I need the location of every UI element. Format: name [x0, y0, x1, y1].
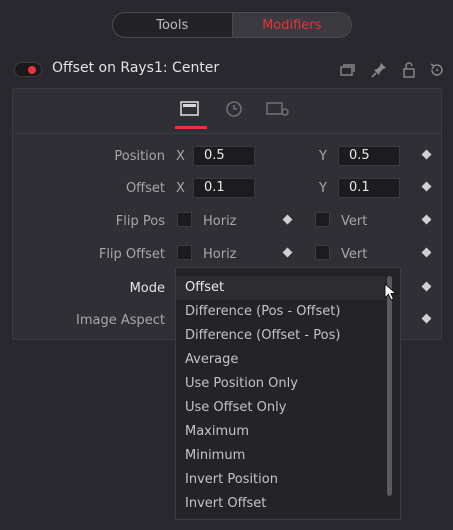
dropdown-option-difference-pos-offset[interactable]: Difference (Pos - Offset) — [176, 300, 386, 324]
reset-icon[interactable] — [428, 61, 446, 79]
flip-offset-vert-checkbox[interactable] — [315, 245, 330, 260]
clock-icon[interactable] — [223, 99, 245, 119]
position-x-input[interactable]: 0.5 — [193, 146, 255, 166]
enable-toggle[interactable] — [14, 62, 42, 77]
inspector-tabs: Tools Modifiers — [112, 12, 352, 38]
pin-icon[interactable] — [370, 61, 388, 79]
tab-modifiers[interactable]: Modifiers — [231, 13, 351, 37]
flip-pos-horiz-checkbox[interactable] — [177, 212, 192, 227]
controls-icon[interactable] — [179, 99, 201, 119]
dropdown-option-minimum[interactable]: Minimum — [176, 444, 386, 468]
mouse-cursor-icon — [383, 282, 399, 303]
flip-offset-horiz-label: Horiz — [203, 247, 237, 262]
image-aspect-label: Image Aspect — [75, 313, 165, 328]
flip-offset-horiz-keyframe-icon[interactable] — [282, 247, 293, 258]
position-label: Position — [114, 149, 165, 164]
position-x-axis: X — [176, 149, 185, 164]
offset-y-axis: Y — [319, 181, 327, 196]
position-keyframe-icon[interactable] — [421, 149, 432, 160]
mode-dropdown-list[interactable]: Offset Difference (Pos - Offset) Differe… — [175, 267, 401, 520]
flip-pos-horiz-label: Horiz — [203, 214, 237, 229]
tab-tools[interactable]: Tools — [113, 13, 232, 37]
dropdown-option-difference-offset-pos[interactable]: Difference (Offset - Pos) — [176, 324, 386, 348]
flip-pos-row: Flip Pos Horiz Vert — [0, 211, 432, 235]
position-y-input[interactable]: 0.5 — [338, 146, 400, 166]
dropdown-option-use-position-only[interactable]: Use Position Only — [176, 372, 386, 396]
dropdown-scrollbar[interactable] — [387, 276, 392, 496]
modifier-title: Offset on Rays1: Center — [52, 60, 220, 76]
panel-tabs — [13, 89, 443, 131]
offset-keyframe-icon[interactable] — [421, 181, 432, 192]
flip-offset-row: Flip Offset Horiz Vert — [0, 244, 432, 268]
offset-y-input[interactable]: 0.1 — [338, 178, 400, 198]
flip-pos-vert-label: Vert — [341, 214, 368, 229]
mode-label: Mode — [129, 281, 165, 296]
offset-label: Offset — [125, 181, 165, 196]
lock-icon[interactable] — [400, 61, 418, 79]
flip-pos-vert-keyframe-icon[interactable] — [421, 214, 432, 225]
offset-x-input[interactable]: 0.1 — [193, 178, 255, 198]
flip-pos-horiz-keyframe-icon[interactable] — [282, 214, 293, 225]
offset-row: Offset X 0.1 Y 0.1 — [0, 178, 432, 202]
dropdown-option-average[interactable]: Average — [176, 348, 386, 372]
modifier-header: Offset on Rays1: Center — [0, 54, 453, 86]
mode-keyframe-icon[interactable] — [421, 281, 432, 292]
flip-pos-label: Flip Pos — [115, 214, 165, 229]
settings-icon[interactable] — [265, 99, 289, 119]
active-tab-indicator — [175, 126, 207, 129]
dropdown-option-invert-position[interactable]: Invert Position — [176, 468, 386, 492]
image-aspect-keyframe-icon[interactable] — [421, 313, 432, 324]
dropdown-option-offset[interactable]: Offset — [176, 276, 386, 300]
dropdown-option-use-offset-only[interactable]: Use Offset Only — [176, 396, 386, 420]
position-y-axis: Y — [319, 149, 327, 164]
flip-offset-vert-keyframe-icon[interactable] — [421, 247, 432, 258]
flip-pos-vert-checkbox[interactable] — [315, 212, 330, 227]
flip-offset-label: Flip Offset — [98, 247, 165, 262]
panel-divider — [13, 133, 441, 134]
offset-x-axis: X — [176, 181, 185, 196]
flip-offset-horiz-checkbox[interactable] — [177, 245, 192, 260]
flip-offset-vert-label: Vert — [341, 247, 368, 262]
stack-icon[interactable] — [338, 61, 356, 79]
dropdown-option-maximum[interactable]: Maximum — [176, 420, 386, 444]
dropdown-option-invert-offset[interactable]: Invert Offset — [176, 492, 386, 516]
position-row: Position X 0.5 Y 0.5 — [0, 146, 432, 170]
